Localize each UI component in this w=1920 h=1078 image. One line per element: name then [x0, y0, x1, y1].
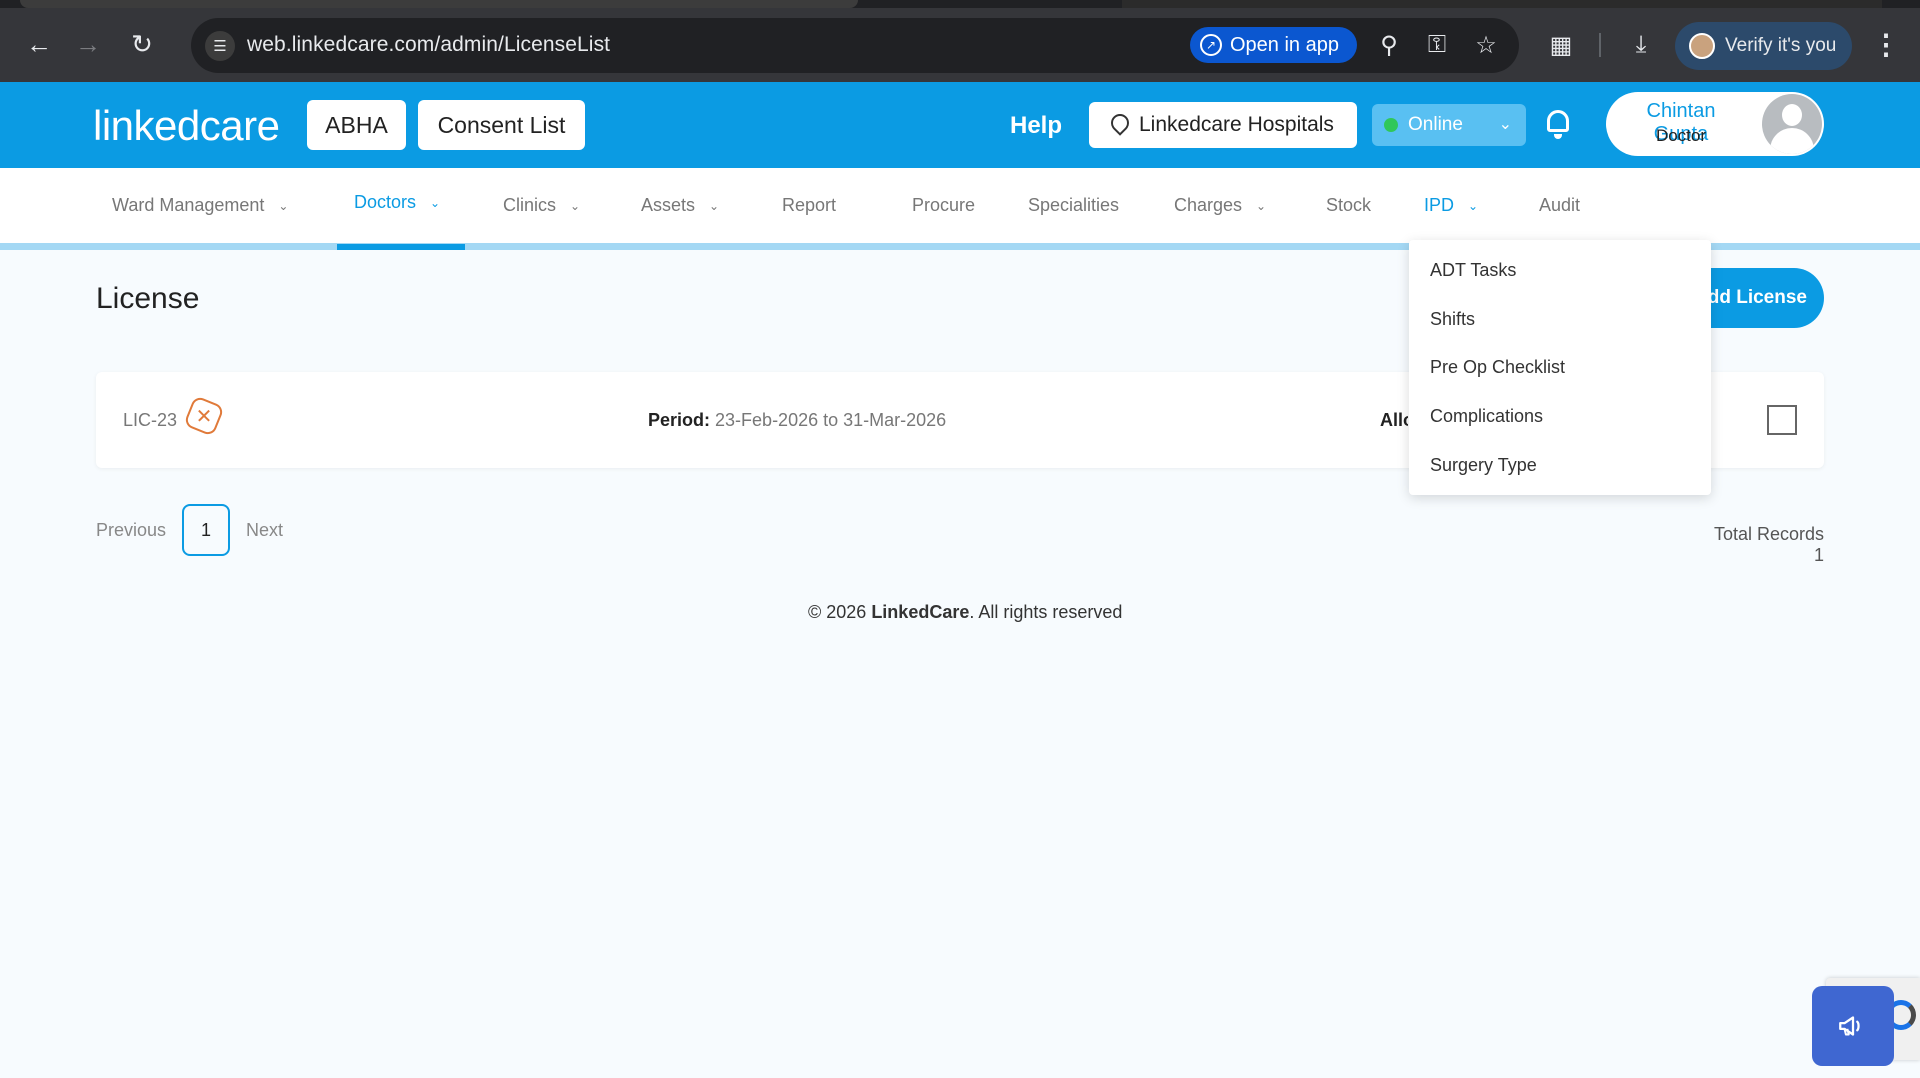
user-role: Doctor [1655, 126, 1707, 145]
bookmark-star-icon[interactable]: ☆ [1471, 30, 1501, 60]
footer-prefix: © 2026 [808, 602, 872, 622]
menu-item-procure[interactable]: Procure [912, 195, 975, 216]
toolbar-divider [1599, 33, 1601, 57]
main-menu-bar: Ward Management ⌄ Doctors ⌄ Clinics ⌄ Asset… [0, 168, 1920, 250]
tab-active[interactable] [20, 0, 858, 8]
open-app-icon: ↗ [1200, 34, 1222, 56]
menu-label: Audit [1539, 195, 1581, 215]
period-value: 23-Feb-2026 to 31-Mar-2026 [715, 410, 947, 430]
open-in-app-label: Open in app [1230, 33, 1339, 56]
tab-strip [0, 0, 1920, 8]
chevron-down-icon: ⌄ [430, 195, 441, 210]
menu-item-specialities[interactable]: Specialities [1028, 195, 1119, 216]
previous-page-button[interactable]: Previous [96, 520, 166, 541]
dropdown-item-adt-tasks[interactable]: ADT Tasks [1430, 260, 1516, 281]
open-in-app-button[interactable]: ↗ Open in app [1190, 27, 1357, 63]
tab-inactive[interactable] [1122, 0, 1882, 8]
cancelled-x-icon: ✕ [195, 405, 213, 428]
help-link[interactable]: Help [1010, 112, 1062, 140]
download-icon[interactable]: ⤓ [1626, 30, 1656, 60]
user-profile-chip[interactable]: Chintan Gupta Doctor [1606, 92, 1824, 156]
hospital-label: Linkedcare Hospitals [1139, 113, 1334, 136]
menu-label: Specialities [1028, 195, 1120, 215]
period-label: Period: [648, 410, 711, 430]
profile-avatar [1689, 33, 1715, 59]
verify-profile-button[interactable]: Verify it's you [1675, 22, 1852, 70]
license-period: Period: 23-Feb-2026 to 31-Mar-2026 [648, 410, 946, 431]
hospital-selector[interactable]: Linkedcare Hospitals [1089, 102, 1357, 148]
consent-list-button[interactable]: Consent List [418, 100, 585, 150]
linkedcare-logo[interactable]: linkedcare [93, 102, 280, 150]
row-select-checkbox[interactable] [1767, 405, 1797, 435]
menu-label: Assets [641, 195, 696, 215]
menu-item-ward-management[interactable]: Ward Management ⌄ [112, 195, 288, 216]
zoom-icon[interactable]: ⚲ [1374, 30, 1404, 60]
url-text[interactable]: web.linkedcare.com/admin/LicenseList [247, 33, 610, 57]
menu-label: Stock [1326, 195, 1372, 215]
menu-label: IPD [1424, 195, 1455, 215]
next-page-button[interactable]: Next [246, 520, 283, 541]
allocation-label: Allo [1380, 410, 1408, 430]
chevron-down-icon: ⌄ [278, 198, 289, 213]
megaphone-icon [1839, 1016, 1860, 1036]
footer-suffix: . All rights reserved [969, 602, 1123, 622]
dropdown-item-complications[interactable]: Complications [1430, 406, 1543, 427]
more-menu-icon[interactable]: ⋮ [1872, 28, 1900, 61]
forward-icon[interactable]: → [70, 26, 106, 62]
chevron-down-icon: ⌄ [1256, 198, 1267, 213]
total-records: Total Records 1 [1713, 524, 1824, 565]
menu-item-stock[interactable]: Stock [1326, 195, 1371, 216]
chevron-down-icon: ⌄ [1468, 198, 1479, 213]
dropdown-item-shifts[interactable]: Shifts [1430, 309, 1475, 330]
user-avatar [1762, 94, 1822, 154]
online-status-dot [1384, 118, 1398, 132]
announcement-button[interactable] [1812, 986, 1894, 1066]
back-icon[interactable]: ← [21, 26, 57, 62]
menu-item-clinics[interactable]: Clinics ⌄ [503, 195, 580, 216]
status-dropdown[interactable]: Online ⌄ [1372, 104, 1526, 146]
menu-label: Procure [912, 195, 976, 215]
menu-label: Charges [1174, 195, 1243, 215]
notification-bell-icon[interactable] [1544, 108, 1572, 140]
status-label: Online [1408, 114, 1463, 135]
menu-item-ipd[interactable]: IPD ⌄ [1424, 195, 1478, 216]
menu-item-report[interactable]: Report [782, 195, 836, 216]
dropdown-item-surgery-type[interactable]: Surgery Type [1430, 455, 1537, 476]
license-id[interactable]: LIC-23 [123, 410, 177, 431]
footer-copyright: © 2026 LinkedCare. All rights reserved [808, 602, 1122, 623]
address-bar[interactable]: ☰ web.linkedcare.com/admin/LicenseList ↗… [191, 18, 1519, 73]
page-number-button[interactable]: 1 [182, 504, 231, 556]
menu-label: Doctors [354, 192, 417, 212]
active-tab-indicator [337, 244, 465, 250]
abha-button[interactable]: ABHA [307, 100, 406, 150]
ipd-dropdown-menu: ADT Tasks Shifts Pre Op Checklist Compli… [1409, 240, 1711, 495]
location-pin-icon [1111, 114, 1129, 136]
extensions-icon[interactable]: ▦ [1546, 30, 1576, 60]
menu-label: Report [782, 195, 837, 215]
menu-item-assets[interactable]: Assets ⌄ [641, 195, 719, 216]
menu-item-audit[interactable]: Audit [1539, 195, 1580, 216]
menu-item-charges[interactable]: Charges ⌄ [1174, 195, 1266, 216]
site-settings-icon[interactable]: ☰ [205, 31, 235, 61]
app-header: linkedcare ABHA Consent List Help Linked… [0, 82, 1920, 168]
menu-label: Clinics [503, 195, 557, 215]
footer-brand: LinkedCare [871, 602, 970, 622]
verify-label: Verify it's you [1725, 35, 1837, 56]
chevron-down-icon: ⌄ [709, 198, 720, 213]
chevron-down-icon: ⌄ [1498, 116, 1512, 133]
password-key-icon[interactable]: ⚿ [1422, 30, 1452, 60]
menu-label: Ward Management [112, 195, 265, 215]
dropdown-item-pre-op-checklist[interactable]: Pre Op Checklist [1430, 357, 1565, 378]
pagination: Previous 1 Next [96, 504, 283, 556]
browser-toolbar: ← → ↻ ☰ web.linkedcare.com/admin/License… [0, 0, 1920, 82]
chevron-down-icon: ⌄ [570, 198, 581, 213]
page-title: License [96, 282, 200, 315]
reload-icon[interactable]: ↻ [124, 26, 160, 62]
menu-item-doctors[interactable]: Doctors ⌄ [354, 192, 440, 213]
